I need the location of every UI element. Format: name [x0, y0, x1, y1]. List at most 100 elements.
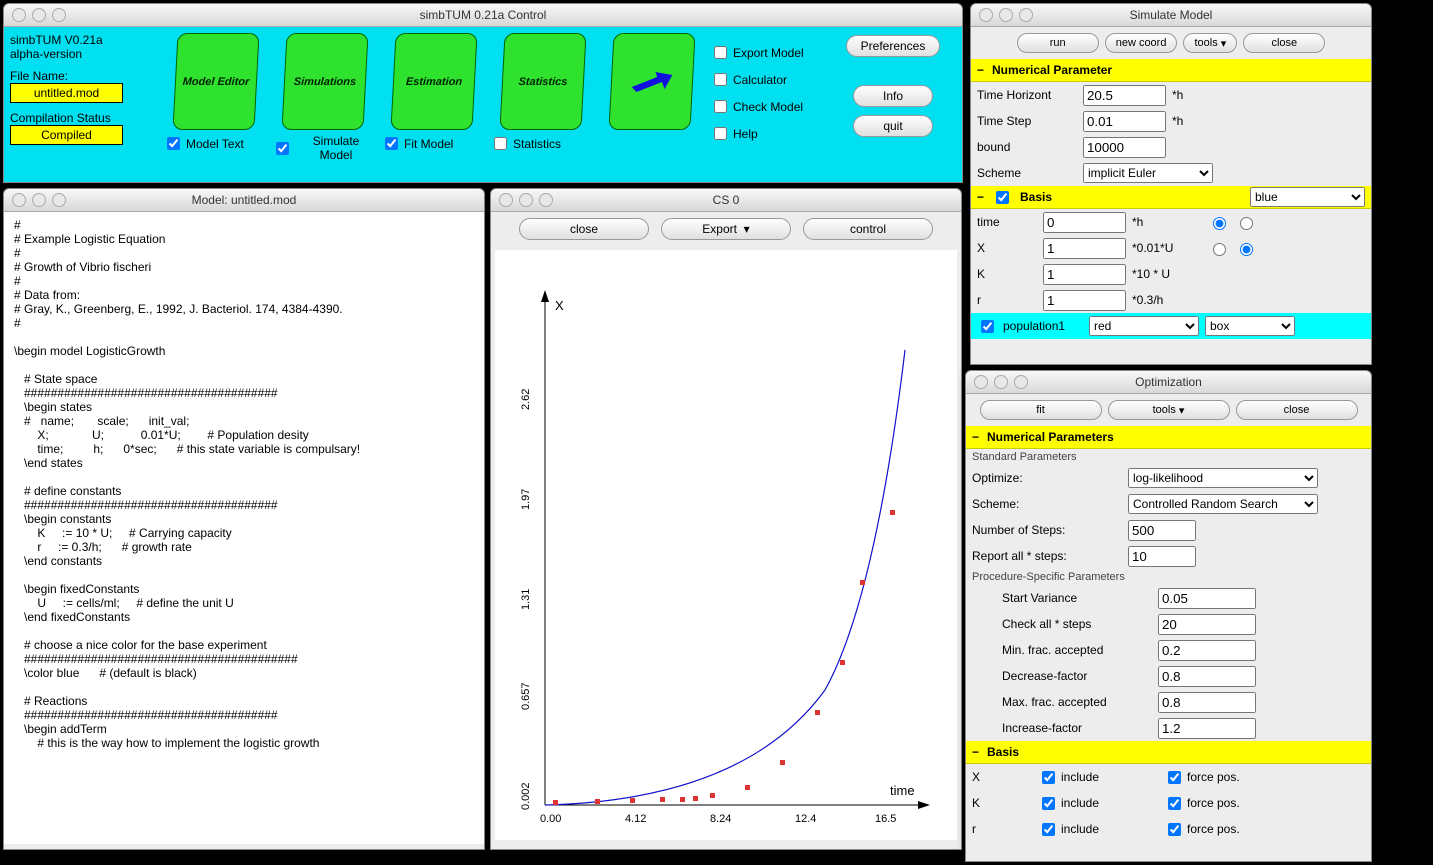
- close-button[interactable]: close: [519, 218, 649, 240]
- minus-icon[interactable]: −: [977, 63, 984, 77]
- k-force-check[interactable]: [1168, 797, 1181, 810]
- calculator-check[interactable]: [714, 73, 727, 86]
- estimation-card[interactable]: Estimation Fit Model: [379, 27, 488, 182]
- time-step-input[interactable]: [1083, 111, 1166, 132]
- scheme-select[interactable]: Controlled Random Search: [1128, 494, 1318, 514]
- simulate-check[interactable]: [276, 142, 289, 155]
- control-window: simbTUM 0.21a Control simbTUM V0.21a alp…: [3, 3, 963, 183]
- min-icon[interactable]: [32, 8, 46, 22]
- info-button[interactable]: Info: [853, 85, 933, 107]
- min-icon[interactable]: [999, 8, 1013, 22]
- filename-label: File Name:: [10, 69, 155, 83]
- model-text-check[interactable]: [167, 137, 180, 150]
- tools-button[interactable]: tools ▾: [1183, 33, 1237, 53]
- report-input[interactable]: [1128, 546, 1196, 567]
- model-source-text[interactable]: # # Example Logistic Equation # # Growth…: [4, 212, 484, 844]
- titlebar[interactable]: Model: untitled.mod: [4, 189, 484, 212]
- section-header[interactable]: −Basis: [966, 741, 1371, 764]
- close-icon[interactable]: [979, 8, 993, 22]
- fit-button[interactable]: fit: [980, 400, 1102, 420]
- sv-label: Start Variance: [1002, 591, 1152, 605]
- zoom-icon[interactable]: [1014, 375, 1028, 389]
- bound-input[interactable]: [1083, 137, 1166, 158]
- basis-check[interactable]: [996, 191, 1009, 204]
- close-icon[interactable]: [499, 193, 513, 207]
- var-x: X: [972, 770, 1032, 784]
- preferences-button[interactable]: Preferences: [846, 35, 941, 57]
- basis-color-select[interactable]: blue: [1250, 187, 1365, 207]
- time-horizon-input[interactable]: [1083, 85, 1166, 106]
- mf-input[interactable]: [1158, 640, 1256, 661]
- min-icon[interactable]: [519, 193, 533, 207]
- x-include-check[interactable]: [1042, 771, 1055, 784]
- x-force-check[interactable]: [1168, 771, 1181, 784]
- fit-check[interactable]: [385, 137, 398, 150]
- export-model-check[interactable]: [714, 46, 727, 59]
- plot-area[interactable]: X time 0.002 0.657 1.31 1.97 2.62 0.00 4…: [495, 250, 957, 840]
- x-radio2[interactable]: [1240, 243, 1253, 256]
- newcoord-button[interactable]: new coord: [1105, 33, 1178, 53]
- b-r-input[interactable]: [1043, 290, 1126, 311]
- df-input[interactable]: [1158, 666, 1256, 687]
- close-button[interactable]: close: [1243, 33, 1325, 53]
- quit-button[interactable]: quit: [853, 115, 933, 137]
- section-header[interactable]: −Numerical Parameter: [971, 59, 1371, 82]
- stat-icon: Statistics: [499, 33, 586, 130]
- r-force-check[interactable]: [1168, 823, 1181, 836]
- run-button[interactable]: run: [1017, 33, 1099, 53]
- titlebar[interactable]: Simulate Model: [971, 4, 1371, 27]
- window-title: Model: untitled.mod: [4, 193, 484, 207]
- stat-check[interactable]: [494, 137, 507, 150]
- titlebar[interactable]: simbTUM 0.21a Control: [4, 4, 962, 27]
- if-input[interactable]: [1158, 718, 1256, 739]
- close-icon[interactable]: [12, 193, 26, 207]
- zoom-icon[interactable]: [52, 8, 66, 22]
- titlebar[interactable]: CS 0: [491, 189, 961, 212]
- min-icon[interactable]: [994, 375, 1008, 389]
- pop-color-select[interactable]: red: [1089, 316, 1199, 336]
- nsteps-input[interactable]: [1128, 520, 1196, 541]
- pop-style-select[interactable]: box: [1205, 316, 1295, 336]
- b-x-input[interactable]: [1043, 238, 1126, 259]
- zoom-icon[interactable]: [1019, 8, 1033, 22]
- export-button[interactable]: Export ▾: [661, 218, 791, 240]
- optimization-window: Optimization fit tools ▾ close −Numerica…: [965, 370, 1372, 862]
- simulations-card[interactable]: Simulations Simulate Model: [270, 27, 379, 182]
- pop-check[interactable]: [981, 320, 994, 333]
- titlebar[interactable]: Optimization: [966, 371, 1371, 394]
- tools-button[interactable]: tools ▾: [1108, 400, 1230, 420]
- b-time-input[interactable]: [1043, 212, 1126, 233]
- r-include-check[interactable]: [1042, 823, 1055, 836]
- section-header[interactable]: −Numerical Parameters: [966, 426, 1371, 449]
- section-header[interactable]: −Basisblue: [971, 186, 1371, 209]
- filename-button[interactable]: untitled.mod: [10, 83, 123, 103]
- zoom-icon[interactable]: [539, 193, 553, 207]
- help-check[interactable]: [714, 127, 727, 140]
- x-radio1[interactable]: [1213, 243, 1226, 256]
- time-radio1[interactable]: [1213, 217, 1226, 230]
- minus-icon[interactable]: −: [972, 430, 979, 444]
- optimize-select[interactable]: log-likelihood: [1128, 468, 1318, 488]
- close-button[interactable]: close: [1236, 400, 1358, 420]
- tools-card[interactable]: [597, 27, 706, 182]
- status-panel: simbTUM V0.21a alpha-version File Name: …: [4, 27, 161, 182]
- model-editor-card[interactable]: Model Editor Model Text: [161, 27, 270, 182]
- ca-input[interactable]: [1158, 614, 1256, 635]
- compile-status-button[interactable]: Compiled: [10, 125, 123, 145]
- min-icon[interactable]: [32, 193, 46, 207]
- close-icon[interactable]: [974, 375, 988, 389]
- b-k-input[interactable]: [1043, 264, 1126, 285]
- time-radio2[interactable]: [1240, 217, 1253, 230]
- close-icon[interactable]: [12, 8, 26, 22]
- sv-input[interactable]: [1158, 588, 1256, 609]
- k-include-check[interactable]: [1042, 797, 1055, 810]
- zoom-icon[interactable]: [52, 193, 66, 207]
- minus-icon[interactable]: −: [972, 745, 979, 759]
- control-button[interactable]: control: [803, 218, 933, 240]
- check-model-check[interactable]: [714, 100, 727, 113]
- mx-input[interactable]: [1158, 692, 1256, 713]
- minus-icon[interactable]: −: [977, 190, 984, 204]
- population-row[interactable]: population1redbox: [971, 313, 1371, 339]
- scheme-select[interactable]: implicit Euler: [1083, 163, 1213, 183]
- statistics-card[interactable]: Statistics Statistics: [488, 27, 597, 182]
